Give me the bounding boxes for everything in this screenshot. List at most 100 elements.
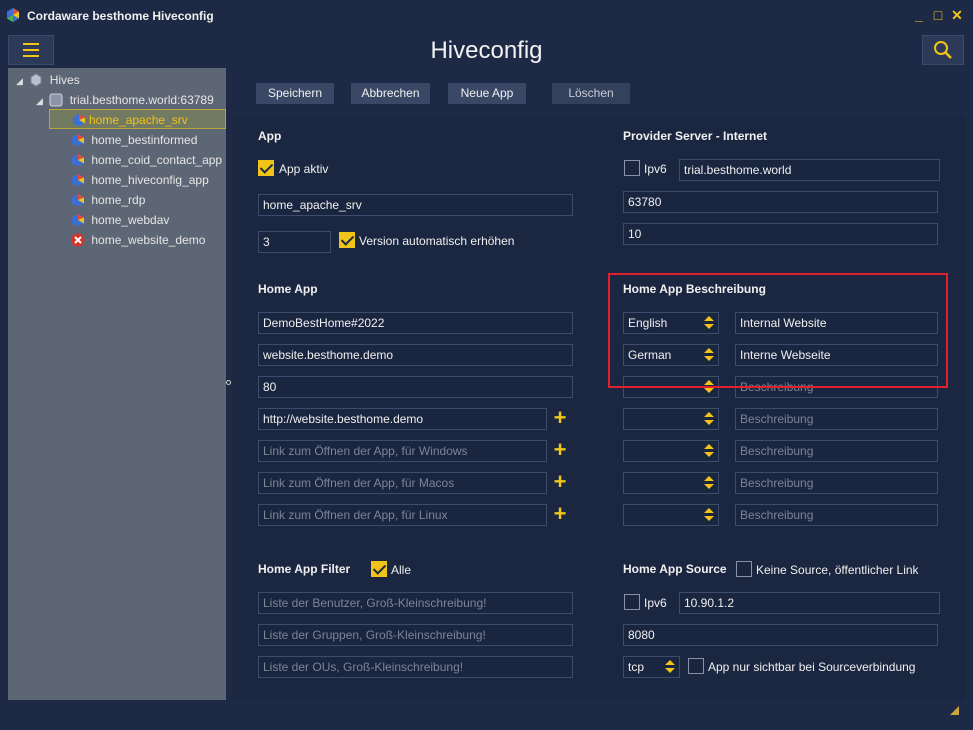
version-input[interactable]: 3 xyxy=(258,231,331,253)
description-input[interactable]: Beschreibung xyxy=(735,504,938,526)
spinner-arrows-icon xyxy=(704,444,714,458)
tree-item-app[interactable]: home_website_demo xyxy=(71,230,205,250)
app-icon xyxy=(72,134,84,146)
filter-ous-input[interactable]: Liste der OUs, Groß-Kleinschreibung! xyxy=(258,656,573,678)
home-app-section-title: Home App xyxy=(258,282,318,296)
link-linux-input[interactable]: Link zum Öffnen der App, für Linux xyxy=(258,504,547,526)
splitter-handle[interactable] xyxy=(226,380,231,385)
app-icon xyxy=(72,154,84,166)
source-visible-label: App nur sichtbar bei Sourceverbindung xyxy=(708,660,916,674)
provider-section-title: Provider Server - Internet xyxy=(623,129,768,143)
source-port-input[interactable]: 8080 xyxy=(623,624,938,646)
provider-host-input[interactable]: trial.besthome.world xyxy=(679,159,940,181)
tree-item-app[interactable]: home_hiveconfig_app xyxy=(71,170,209,190)
filter-users-input[interactable]: Liste der Benutzer, Groß-Kleinschreibung… xyxy=(258,592,573,614)
search-icon xyxy=(934,41,952,59)
source-ipv6-label: Ipv6 xyxy=(644,596,667,610)
add-link-windows-plus-icon[interactable]: + xyxy=(547,439,573,462)
tree-item-app[interactable]: home_coid_contact_app xyxy=(71,150,222,170)
source-ip-input[interactable]: 10.90.1.2 xyxy=(679,592,940,614)
new-app-button[interactable]: Neue App xyxy=(448,83,526,104)
app-logo-icon xyxy=(7,8,19,22)
app-active-checkbox[interactable] xyxy=(258,160,274,176)
language-select[interactable] xyxy=(623,408,719,430)
app-name-input[interactable]: home_apache_srv xyxy=(258,194,573,216)
tree-item-app[interactable]: home_apache_srv xyxy=(49,109,226,129)
add-url-plus-icon[interactable]: + xyxy=(547,407,573,430)
description-input[interactable]: Beschreibung xyxy=(735,408,938,430)
app-icon xyxy=(72,214,84,226)
tree-label: home_bestinformed xyxy=(91,133,198,147)
tree-label: home_apache_srv xyxy=(89,113,188,127)
title-bar: Cordaware besthome Hiveconfig _ □ ✕ xyxy=(0,0,973,32)
tree-label: home_rdp xyxy=(91,193,146,207)
error-icon xyxy=(71,233,85,247)
tree-label: home_coid_contact_app xyxy=(91,153,223,167)
window-title: Cordaware besthome Hiveconfig xyxy=(27,9,214,23)
cancel-button[interactable]: Abbrechen xyxy=(351,83,430,104)
app-icon xyxy=(72,174,84,186)
tree-root-hives[interactable]: ◢ Hives xyxy=(16,70,80,90)
no-source-label: Keine Source, öffentlicher Link xyxy=(756,563,919,577)
provider-port-input[interactable]: 63780 xyxy=(623,191,938,213)
add-link-macos-plus-icon[interactable]: + xyxy=(547,471,573,494)
language-select[interactable] xyxy=(623,504,719,526)
auto-version-checkbox[interactable] xyxy=(339,232,355,248)
tree-label: trial.besthome.world:63789 xyxy=(69,93,214,107)
description-input[interactable]: Beschreibung xyxy=(735,440,938,462)
tree-item-app[interactable]: home_bestinformed xyxy=(71,130,197,150)
link-windows-input[interactable]: Link zum Öffnen der App, für Windows xyxy=(258,440,547,462)
resize-grip-icon[interactable] xyxy=(950,706,959,715)
provider-ipv6-checkbox[interactable] xyxy=(624,160,640,176)
protocol-select[interactable]: tcp xyxy=(623,656,680,678)
collapse-arrow-icon[interactable]: ◢ xyxy=(36,91,46,111)
save-button[interactable]: Speichern xyxy=(256,83,334,104)
filter-section-title: Home App Filter xyxy=(258,562,351,576)
search-button[interactable] xyxy=(922,35,964,65)
provider-value-input[interactable]: 10 xyxy=(623,223,938,245)
source-visible-checkbox[interactable] xyxy=(688,658,704,674)
source-ipv6-checkbox[interactable] xyxy=(624,594,640,610)
delete-button[interactable]: Löschen xyxy=(552,83,630,104)
collapse-arrow-icon[interactable]: ◢ xyxy=(16,71,26,91)
tree-item-app[interactable]: home_rdp xyxy=(71,190,145,210)
filter-all-checkbox[interactable] xyxy=(371,561,387,577)
filter-groups-input[interactable]: Liste der Gruppen, Groß-Kleinschreibung! xyxy=(258,624,573,646)
link-macos-input[interactable]: Link zum Öffnen der App, für Macos xyxy=(258,472,547,494)
filter-all-label: Alle xyxy=(391,563,412,577)
source-section-title: Home App Source xyxy=(623,562,727,576)
tree-node-server[interactable]: ◢ trial.besthome.world:63789 xyxy=(36,90,214,110)
add-link-linux-plus-icon[interactable]: + xyxy=(547,503,573,526)
protocol-value: tcp xyxy=(628,660,645,674)
home-app-url-input[interactable]: http://website.besthome.demo xyxy=(258,408,547,430)
app-icon xyxy=(73,114,85,126)
provider-ipv6-label: Ipv6 xyxy=(644,162,667,176)
maximize-button[interactable]: □ xyxy=(929,6,947,24)
app-section-title: App xyxy=(258,129,282,143)
hive-tree: ◢ Hives ◢ trial.besthome.world:63789 hom… xyxy=(8,68,226,700)
tree-item-app[interactable]: home_webdav xyxy=(71,210,169,230)
tree-label: Hives xyxy=(49,73,80,87)
language-select[interactable] xyxy=(623,440,719,462)
tree-label: home_hiveconfig_app xyxy=(91,173,209,187)
close-button[interactable]: ✕ xyxy=(948,6,966,24)
server-icon xyxy=(49,93,63,107)
description-input[interactable]: Beschreibung xyxy=(735,472,938,494)
spinner-arrows-icon xyxy=(704,508,714,522)
home-app-domain-input[interactable]: website.besthome.demo xyxy=(258,344,573,366)
language-select[interactable] xyxy=(623,472,719,494)
spinner-arrows-icon xyxy=(665,660,675,674)
spinner-arrows-icon xyxy=(704,412,714,426)
page-title: Hiveconfig xyxy=(430,37,543,64)
home-app-port-input[interactable]: 80 xyxy=(258,376,573,398)
app-active-label: App aktiv xyxy=(279,162,329,176)
tree-label: home_webdav xyxy=(91,213,170,227)
minimize-button[interactable]: _ xyxy=(910,6,928,24)
auto-version-label: Version automatisch erhöhen xyxy=(359,234,515,248)
tree-label: home_website_demo xyxy=(91,233,206,247)
no-source-checkbox[interactable] xyxy=(736,561,752,577)
app-icon xyxy=(72,194,84,206)
home-app-id-input[interactable]: DemoBestHome#2022 xyxy=(258,312,573,334)
hives-icon xyxy=(30,73,42,87)
highlight-annotation-box xyxy=(608,273,948,388)
